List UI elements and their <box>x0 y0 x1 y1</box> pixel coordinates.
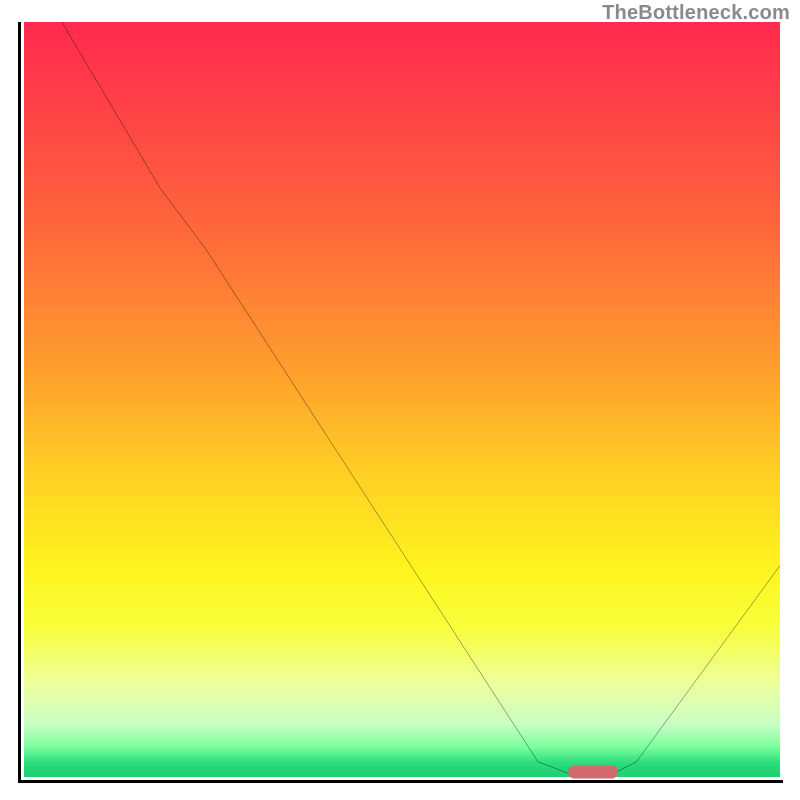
optimal-marker <box>568 766 618 779</box>
plot-inner <box>21 22 783 780</box>
bottleneck-curve <box>24 22 780 777</box>
chart-container: TheBottleneck.com <box>0 0 800 800</box>
plot-area <box>18 22 783 783</box>
